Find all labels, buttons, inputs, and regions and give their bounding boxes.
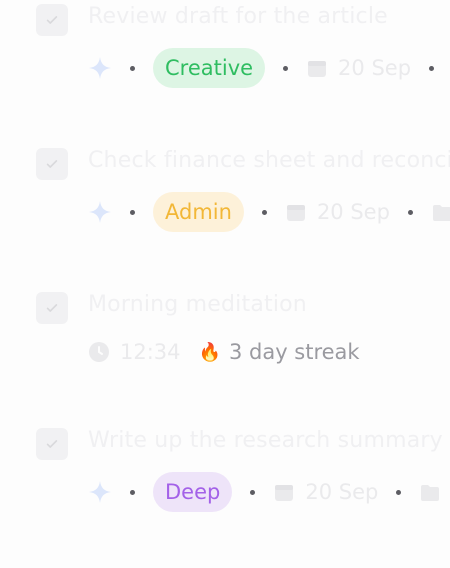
- check-icon: [46, 304, 58, 312]
- task-checkbox[interactable]: [36, 428, 68, 460]
- task-title: Check finance sheet and reconcile: [88, 148, 450, 173]
- task-title: Review draft for the article: [88, 4, 388, 29]
- sparkle-icon[interactable]: [88, 200, 112, 224]
- check-icon: [46, 160, 58, 168]
- separator-dot: [130, 489, 135, 495]
- separator-dot: [261, 209, 267, 215]
- separator-dot: [130, 209, 135, 215]
- check-icon: [46, 440, 58, 448]
- separator-dot: [283, 65, 289, 71]
- sparkle-icon[interactable]: [88, 56, 112, 80]
- streak-label: 3 day streak: [228, 340, 360, 364]
- task-checkbox[interactable]: [36, 4, 68, 36]
- folder-icon: [432, 205, 450, 221]
- task-meta: Admin 20 Sep: [88, 192, 450, 232]
- calendar-icon: [275, 485, 294, 501]
- calendar-icon: [286, 205, 305, 221]
- fire-icon: 🔥: [198, 341, 221, 363]
- separator-dot: [250, 489, 256, 495]
- task-meta: Deep 20 Sep: [88, 472, 450, 512]
- due-date-label: 20 Sep: [305, 480, 379, 504]
- task-checkbox[interactable]: [36, 292, 68, 324]
- time-label: 12:34: [120, 340, 181, 364]
- time[interactable]: 12:34: [88, 340, 181, 364]
- folder[interactable]: [431, 201, 450, 223]
- due-date-label: 20 Sep: [316, 200, 390, 224]
- due-date[interactable]: 20 Sep: [306, 56, 411, 80]
- folder[interactable]: [419, 481, 450, 503]
- check-icon: [46, 16, 58, 24]
- folder-icon: [421, 485, 440, 501]
- task-meta: Creative 20 Sep: [88, 48, 450, 88]
- sparkle-icon[interactable]: [88, 480, 112, 504]
- separator-dot: [407, 209, 413, 215]
- clock-icon: [89, 342, 109, 362]
- task-meta: 12:34 🔥 3 day streak: [88, 332, 360, 372]
- due-date[interactable]: 20 Sep: [285, 200, 390, 224]
- separator-dot: [130, 65, 135, 71]
- tag-badge[interactable]: Admin: [153, 192, 244, 232]
- due-date[interactable]: 20 Sep: [273, 480, 378, 504]
- calendar-icon: [308, 61, 327, 77]
- separator-dot: [429, 65, 435, 71]
- tag-badge[interactable]: Creative: [153, 48, 266, 88]
- task-list-screen: Review draft for the article Creative 20…: [0, 0, 450, 568]
- task-title: Morning meditation: [88, 292, 307, 317]
- due-date-label: 20 Sep: [338, 56, 412, 80]
- tag-badge[interactable]: Deep: [153, 472, 233, 512]
- separator-dot: [396, 489, 402, 495]
- bottom-fade: [0, 528, 450, 568]
- task-checkbox[interactable]: [36, 148, 68, 180]
- task-title: Write up the research summary doc: [88, 428, 450, 453]
